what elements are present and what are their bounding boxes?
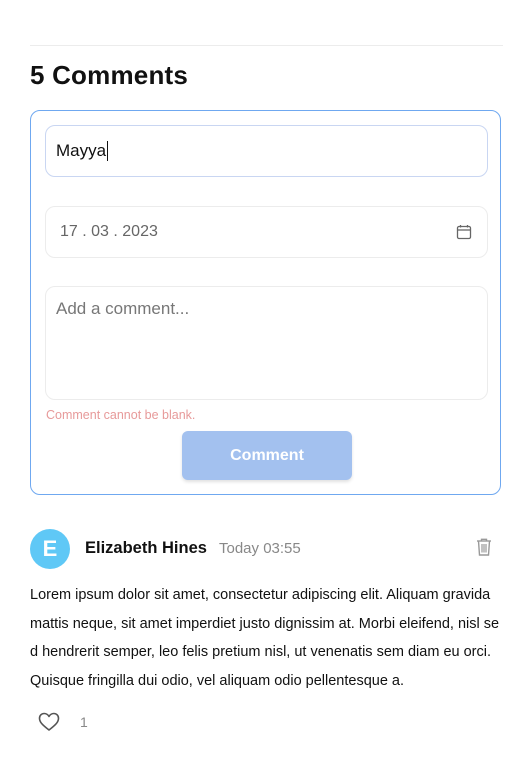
like-count: 1 — [80, 714, 88, 730]
text-caret — [107, 141, 109, 161]
comment-form: Mayya 17 . 03 . 2023 Add a comment... Co… — [30, 110, 501, 495]
comment-author: Elizabeth Hines — [85, 539, 207, 557]
date-input-value: 17 . 03 . 2023 — [60, 223, 158, 240]
avatar: E — [30, 529, 70, 569]
comment-textarea[interactable]: Add a comment... — [45, 286, 488, 400]
comment-timestamp: Today 03:55 — [219, 540, 301, 557]
comment-body: Lorem ipsum dolor sit amet, consectetur … — [30, 587, 500, 689]
comment-textarea-placeholder: Add a comment... — [56, 299, 190, 318]
trash-icon[interactable] — [475, 537, 493, 557]
date-input[interactable]: 17 . 03 . 2023 — [45, 206, 488, 258]
submit-comment-button[interactable]: Comment — [182, 431, 352, 480]
heart-icon[interactable] — [38, 712, 60, 732]
divider — [30, 45, 503, 46]
comments-count-title: 5 Comments — [30, 60, 189, 90]
avatar-letter: E — [42, 536, 58, 561]
name-input-value: Mayya — [56, 141, 107, 160]
comment-error-message: Comment cannot be blank. — [46, 408, 196, 422]
comments-page: 5 Comments Mayya 17 . 03 . 2023 Add a co… — [0, 0, 527, 773]
name-input[interactable]: Mayya — [45, 125, 488, 177]
calendar-icon[interactable] — [455, 223, 473, 241]
